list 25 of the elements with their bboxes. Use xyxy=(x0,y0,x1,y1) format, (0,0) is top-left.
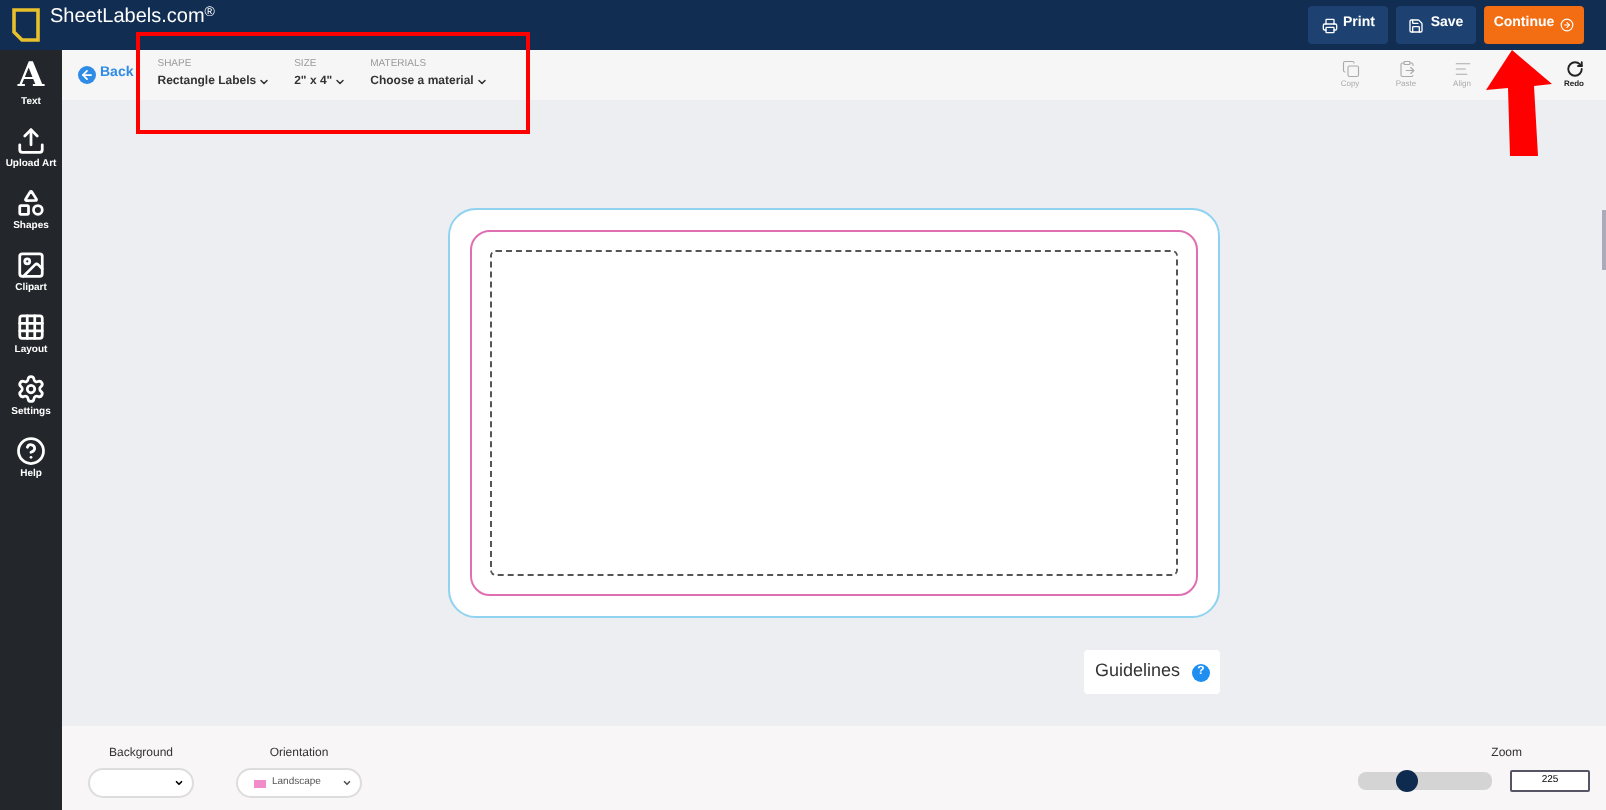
copy-icon xyxy=(1341,60,1359,78)
caret-icon xyxy=(258,76,271,89)
paste-icon xyxy=(1397,60,1415,78)
upload-icon xyxy=(16,126,46,156)
zoom-slider-thumb[interactable] xyxy=(1396,770,1419,792)
clipart-icon xyxy=(16,250,46,280)
pointer-arrow-drawing xyxy=(1480,50,1552,156)
print-icon xyxy=(1321,17,1338,33)
caret-icon xyxy=(475,76,488,89)
arrow-circle-icon xyxy=(1560,18,1575,32)
save-icon xyxy=(1408,17,1425,33)
shapes-icon xyxy=(16,188,46,218)
logo-icon xyxy=(12,8,40,42)
help-icon xyxy=(16,436,46,466)
landscape-icon xyxy=(254,779,266,787)
caret-icon xyxy=(334,76,347,89)
logo-text: SheetLabels.com$^{®}$ xyxy=(50,6,215,30)
settings-icon xyxy=(16,374,46,404)
align-icon xyxy=(1453,60,1471,78)
redo-icon xyxy=(1565,60,1583,78)
caret-icon xyxy=(174,778,184,788)
back-arrow-icon xyxy=(80,68,94,82)
layout-icon xyxy=(16,312,46,342)
caret-icon xyxy=(342,778,352,788)
letter-a-icon: A xyxy=(17,60,45,94)
